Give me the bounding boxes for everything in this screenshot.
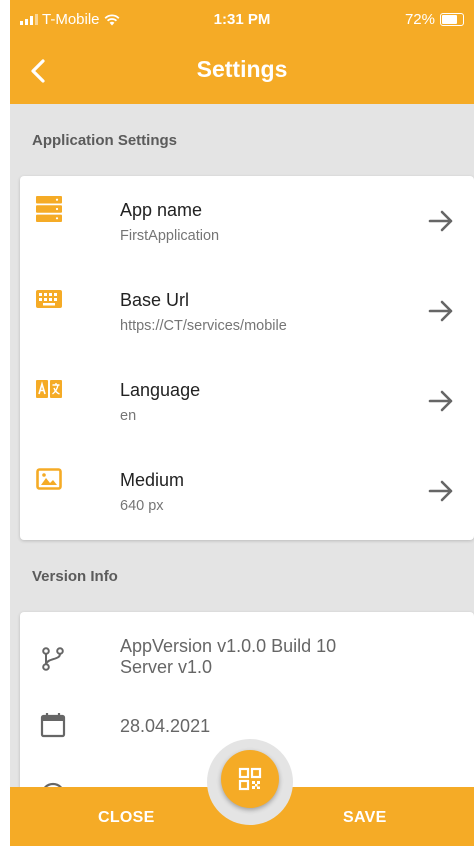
settings-screen: T-Mobile 1:31 PM 72% Settings Applicatio… [10, 0, 474, 846]
arrow-right-icon[interactable] [428, 478, 454, 504]
version-info-heading: Version Info [32, 568, 118, 585]
setting-title: App name [120, 200, 203, 220]
build-date: 28.04.2021 [120, 716, 211, 736]
setting-value: en [120, 408, 137, 424]
arrow-right-icon[interactable] [428, 298, 454, 324]
calendar-icon [40, 713, 66, 738]
arrow-right-icon[interactable] [428, 208, 454, 234]
keyboard-icon [36, 290, 62, 308]
save-button[interactable]: SAVE [343, 809, 387, 827]
qr-scan-button[interactable] [221, 750, 279, 808]
page-title: Settings [196, 56, 288, 82]
source-branch-icon [42, 647, 64, 671]
app-bar: Settings [10, 38, 474, 104]
version-row: AppVersion v1.0.0 Build 10 Server v1.0 [20, 634, 474, 714]
app-version-text: AppVersion v1.0.0 Build 10 Server v1.0 [120, 636, 336, 678]
image-icon [36, 468, 62, 490]
setting-title: Medium [120, 470, 185, 490]
battery-percent: 72% [404, 11, 435, 28]
setting-row-language[interactable]: Language en [20, 356, 474, 446]
setting-row-base-url[interactable]: Base Url https://CT/services/mobile [20, 266, 474, 356]
application-settings-heading: Application Settings [32, 132, 178, 149]
close-button[interactable]: CLOSE [98, 809, 155, 827]
setting-title: Language [120, 380, 201, 400]
server-version-line: Server v1.0 [120, 657, 213, 677]
qr-code-icon [238, 767, 262, 791]
setting-title: Base Url [120, 290, 190, 310]
setting-row-medium[interactable]: Medium 640 px [20, 446, 474, 536]
setting-value: https://CT/services/mobile [120, 318, 287, 334]
status-bar: T-Mobile 1:31 PM 72% [10, 0, 474, 38]
setting-value: FirstApplication [120, 228, 220, 244]
setting-value: 640 px [120, 498, 164, 514]
battery-icon [440, 13, 464, 26]
setting-row-app-name[interactable]: App name FirstApplication [20, 176, 474, 266]
arrow-right-icon[interactable] [428, 388, 454, 414]
storage-icon [36, 196, 62, 222]
status-right: 72% [405, 11, 464, 28]
application-settings-card: App name FirstApplication Base Url https… [20, 176, 474, 540]
app-version-line: AppVersion v1.0.0 Build 10 [120, 636, 337, 656]
translate-icon [36, 380, 62, 398]
